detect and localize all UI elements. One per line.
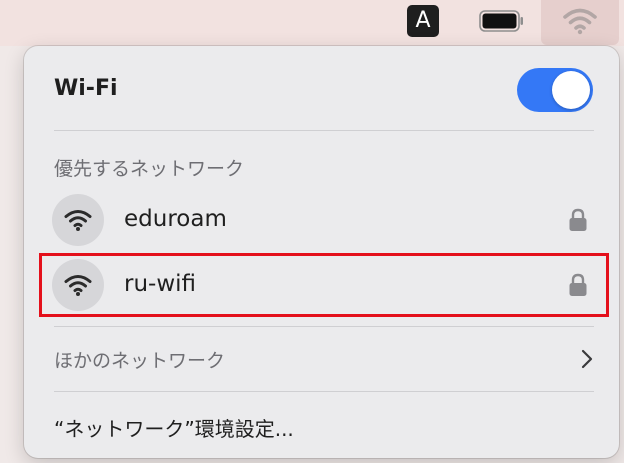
chevron-right-icon bbox=[580, 348, 594, 374]
other-networks-row[interactable]: ほかのネットワーク bbox=[54, 342, 594, 378]
preferred-networks-header: 優先するネットワーク bbox=[54, 158, 245, 180]
divider bbox=[54, 391, 594, 392]
wifi-icon bbox=[52, 194, 104, 246]
divider bbox=[54, 326, 594, 327]
other-networks-label: ほかのネットワーク bbox=[54, 350, 226, 372]
input-method-icon[interactable]: A bbox=[407, 5, 439, 37]
toggle-knob bbox=[552, 71, 590, 109]
menu-bar: A bbox=[0, 0, 624, 46]
network-preferences-link[interactable]: “ネットワーク”環境設定... bbox=[54, 413, 294, 442]
wifi-menu-button[interactable] bbox=[541, 0, 619, 45]
lock-icon bbox=[568, 208, 588, 236]
network-name: eduroam bbox=[124, 206, 227, 232]
wifi-icon bbox=[563, 8, 597, 35]
battery-icon[interactable] bbox=[479, 10, 525, 36]
wifi-toggle[interactable] bbox=[517, 68, 593, 112]
wifi-title: Wi-Fi bbox=[54, 76, 118, 101]
highlight-box bbox=[39, 253, 609, 317]
wifi-dropdown-panel: Wi-Fi 優先するネットワーク eduroam ru-wifi ほかのネットワ… bbox=[24, 46, 619, 458]
divider bbox=[54, 130, 594, 131]
network-row-eduroam[interactable]: eduroam bbox=[44, 191, 604, 249]
